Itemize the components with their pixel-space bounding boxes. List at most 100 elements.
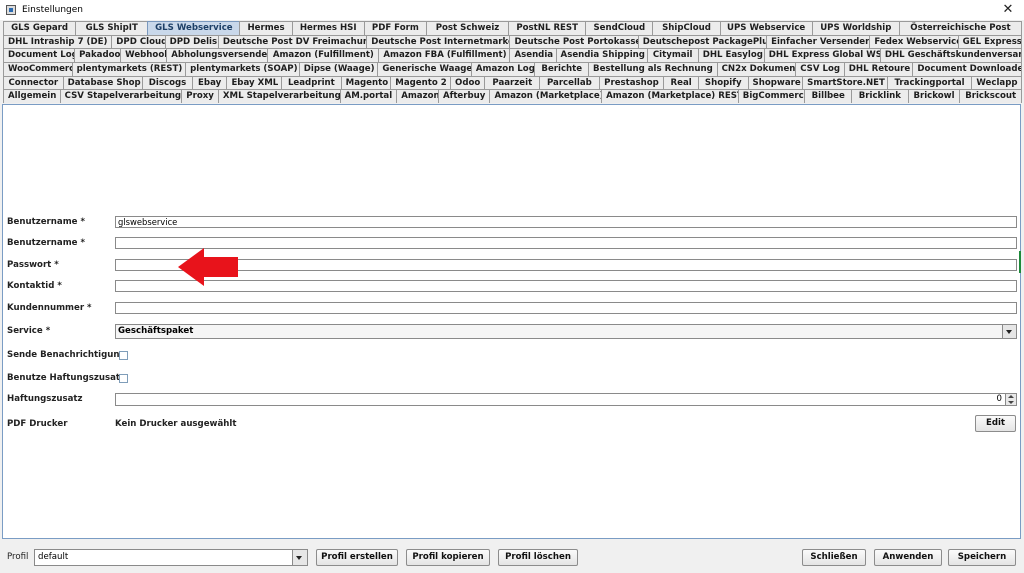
tab-amazon-fba-fulfillment[interactable]: Amazon FBA (Fulfillment) [378, 48, 511, 63]
tab-woocommerce[interactable]: WooCommerce [3, 62, 73, 76]
tab-gls-gepard[interactable]: GLS Gepard [3, 21, 77, 35]
tab-csv-log[interactable]: CSV Log [795, 62, 845, 76]
tab-shopware[interactable]: Shopware [747, 75, 804, 90]
tab-hermes[interactable]: Hermes [239, 21, 293, 35]
tab-xml-stapelverarbeitung[interactable]: XML Stapelverarbeitung [217, 89, 341, 104]
chevron-down-icon[interactable] [292, 550, 307, 565]
tab-dhl-geschäftskundenversand[interactable]: DHL Geschäftskundenversand [879, 48, 1022, 63]
tab-proxy[interactable]: Proxy [181, 89, 219, 104]
tab-parcellab[interactable]: Parcellab [539, 75, 600, 90]
tab-dpd-cloud[interactable]: DPD Cloud [111, 34, 166, 49]
tab-hermes-hsi[interactable]: Hermes HSI [291, 21, 365, 35]
chevron-up-icon[interactable] [1008, 394, 1014, 398]
tab-dhl-intraship-7-de[interactable]: DHL Intraship 7 (DE) [3, 34, 113, 49]
tab-ups-worldship[interactable]: UPS Worldship [811, 21, 900, 35]
tab-bestellung-als-rechnung[interactable]: Bestellung als Rechnung [588, 62, 718, 76]
tab-fedex-webservice[interactable]: Fedex Webservice [869, 34, 959, 49]
edit-button[interactable]: Edit [975, 415, 1016, 432]
profile-select[interactable]: default [34, 549, 308, 566]
tab-document-downloader[interactable]: Document Downloader [912, 62, 1022, 76]
tab-database-shop[interactable]: Database Shop [62, 75, 144, 90]
contact-input[interactable] [115, 280, 1017, 292]
apply-button[interactable]: Anwenden [874, 549, 942, 566]
tab-amazon-fulfillment[interactable]: Amazon (Fulfillment) [267, 48, 380, 63]
tab-asendia[interactable]: Asendia [509, 48, 557, 63]
username-input[interactable]: glswebservice [115, 216, 1017, 228]
delete-profile-button[interactable]: Profil löschen [498, 549, 578, 566]
tab-bigcommerce[interactable]: BigCommerce [737, 89, 806, 104]
tab-shipcloud[interactable]: ShipCloud [652, 21, 721, 35]
save-button[interactable]: Speichern [948, 549, 1016, 566]
tab-deutschepost-packageplus[interactable]: Deutschepost PackagePlus [637, 34, 768, 49]
tab-trackingportal[interactable]: Trackingportal [886, 75, 973, 90]
service-select[interactable]: Geschäftspaket [115, 323, 1017, 339]
tab-odoo[interactable]: Odoo [449, 75, 486, 90]
tab-connector[interactable]: Connector [3, 75, 64, 90]
tab-magento[interactable]: Magento [340, 75, 392, 90]
tab-amazon-marketplace[interactable]: Amazon (Marketplace) [489, 89, 603, 104]
tab-amazon-marketplace-rest[interactable]: Amazon (Marketplace) REST [601, 89, 739, 104]
tab-deutsche-post-portokasse[interactable]: Deutsche Post Portokasse [509, 34, 639, 49]
tab-am-portal[interactable]: AM.portal [339, 89, 398, 104]
tab-sendcloud[interactable]: SendCloud [585, 21, 654, 35]
tab-post-schweiz[interactable]: Post Schweiz [425, 21, 510, 35]
tab-real[interactable]: Real [663, 75, 699, 90]
password-input[interactable] [115, 259, 1017, 271]
tab-discogs[interactable]: Discogs [142, 75, 193, 90]
tab-deutsche-post-internetmarke[interactable]: Deutsche Post Internetmarke [366, 34, 511, 49]
tab-cn2x-dokument[interactable]: CN2x Dokument [716, 62, 797, 76]
tab-afterbuy[interactable]: Afterbuy [437, 89, 491, 104]
tab-dhl-easylog[interactable]: DHL Easylog [697, 48, 765, 63]
close-button[interactable]: Schließen [802, 549, 866, 566]
tab-österreichische-post[interactable]: Österreichische Post [898, 21, 1023, 35]
tab-dhl-express-global-ws[interactable]: DHL Express Global WS [763, 48, 881, 63]
tab-billbee[interactable]: Billbee [804, 89, 853, 104]
tab-plentymarkets-rest[interactable]: plentymarkets (REST) [71, 62, 187, 76]
spinner-buttons[interactable] [1005, 393, 1016, 405]
tab-ups-webservice[interactable]: UPS Webservice [719, 21, 813, 35]
tab-abholungsversender[interactable]: Abholungsversender [166, 48, 269, 63]
tab-paarzeit[interactable]: Paarzeit [484, 75, 541, 90]
chevron-down-icon[interactable] [1002, 324, 1016, 338]
tab-weclapp[interactable]: Weclapp [971, 75, 1022, 90]
tab-allgemein[interactable]: Allgemein [3, 89, 61, 104]
tab-einfacher-versender[interactable]: Einfacher Versender [766, 34, 871, 49]
username2-input[interactable] [115, 237, 1017, 249]
tab-gel-express[interactable]: GEL Express [957, 34, 1022, 49]
tab-magento-2[interactable]: Magento 2 [390, 75, 451, 90]
tab-bricklink[interactable]: Bricklink [851, 89, 909, 104]
tab-prestashop[interactable]: Prestashop [598, 75, 665, 90]
tab-pdf-form[interactable]: PDF Form [363, 21, 427, 35]
chevron-down-icon[interactable] [1008, 400, 1014, 404]
tab-ebay-xml[interactable]: Ebay XML [226, 75, 283, 90]
tab-smartstore-net[interactable]: SmartStore.NET [802, 75, 888, 90]
tab-berichte[interactable]: Berichte [534, 62, 590, 76]
close-icon[interactable]: ✕ [998, 1, 1018, 19]
tab-dpd-delis[interactable]: DPD Delis [164, 34, 219, 49]
copy-profile-button[interactable]: Profil kopieren [406, 549, 490, 566]
tab-ebay[interactable]: Ebay [191, 75, 228, 90]
tab-brickowl[interactable]: Brickowl [907, 89, 961, 104]
tab-generische-waage[interactable]: Generische Waage [377, 62, 472, 76]
tab-pakadoo[interactable]: Pakadoo [74, 48, 122, 63]
customer-input[interactable] [115, 302, 1017, 314]
tab-amazon-log[interactable]: Amazon Log [470, 62, 536, 76]
create-profile-button[interactable]: Profil erstellen [316, 549, 398, 566]
tab-webhook[interactable]: Webhook [120, 48, 168, 63]
tab-leadprint[interactable]: Leadprint [281, 75, 342, 90]
tab-amazon[interactable]: Amazon [396, 89, 439, 104]
tab-plentymarkets-soap[interactable]: plentymarkets (SOAP) [185, 62, 300, 76]
tab-asendia-shipping[interactable]: Asendia Shipping [555, 48, 648, 63]
tab-dipse-waage[interactable]: Dipse (Waage) [298, 62, 379, 76]
tab-deutsche-post-dv-freimachung[interactable]: Deutsche Post DV Freimachung [217, 34, 368, 49]
tab-csv-stapelverarbeitung[interactable]: CSV Stapelverarbeitung [59, 89, 183, 104]
tab-document-log[interactable]: Document Log [3, 48, 76, 63]
liability-spinner[interactable]: 0 [115, 392, 1017, 406]
notify-checkbox[interactable] [119, 350, 128, 360]
tab-postnl-rest[interactable]: PostNL REST [508, 21, 587, 35]
tab-gls-webservice[interactable]: GLS Webservice [147, 21, 241, 35]
tab-brickscout[interactable]: Brickscout [959, 89, 1022, 104]
tab-shopify[interactable]: Shopify [697, 75, 749, 90]
tab-dhl-retoure[interactable]: DHL Retoure [843, 62, 914, 76]
liability-use-checkbox[interactable] [119, 373, 128, 383]
